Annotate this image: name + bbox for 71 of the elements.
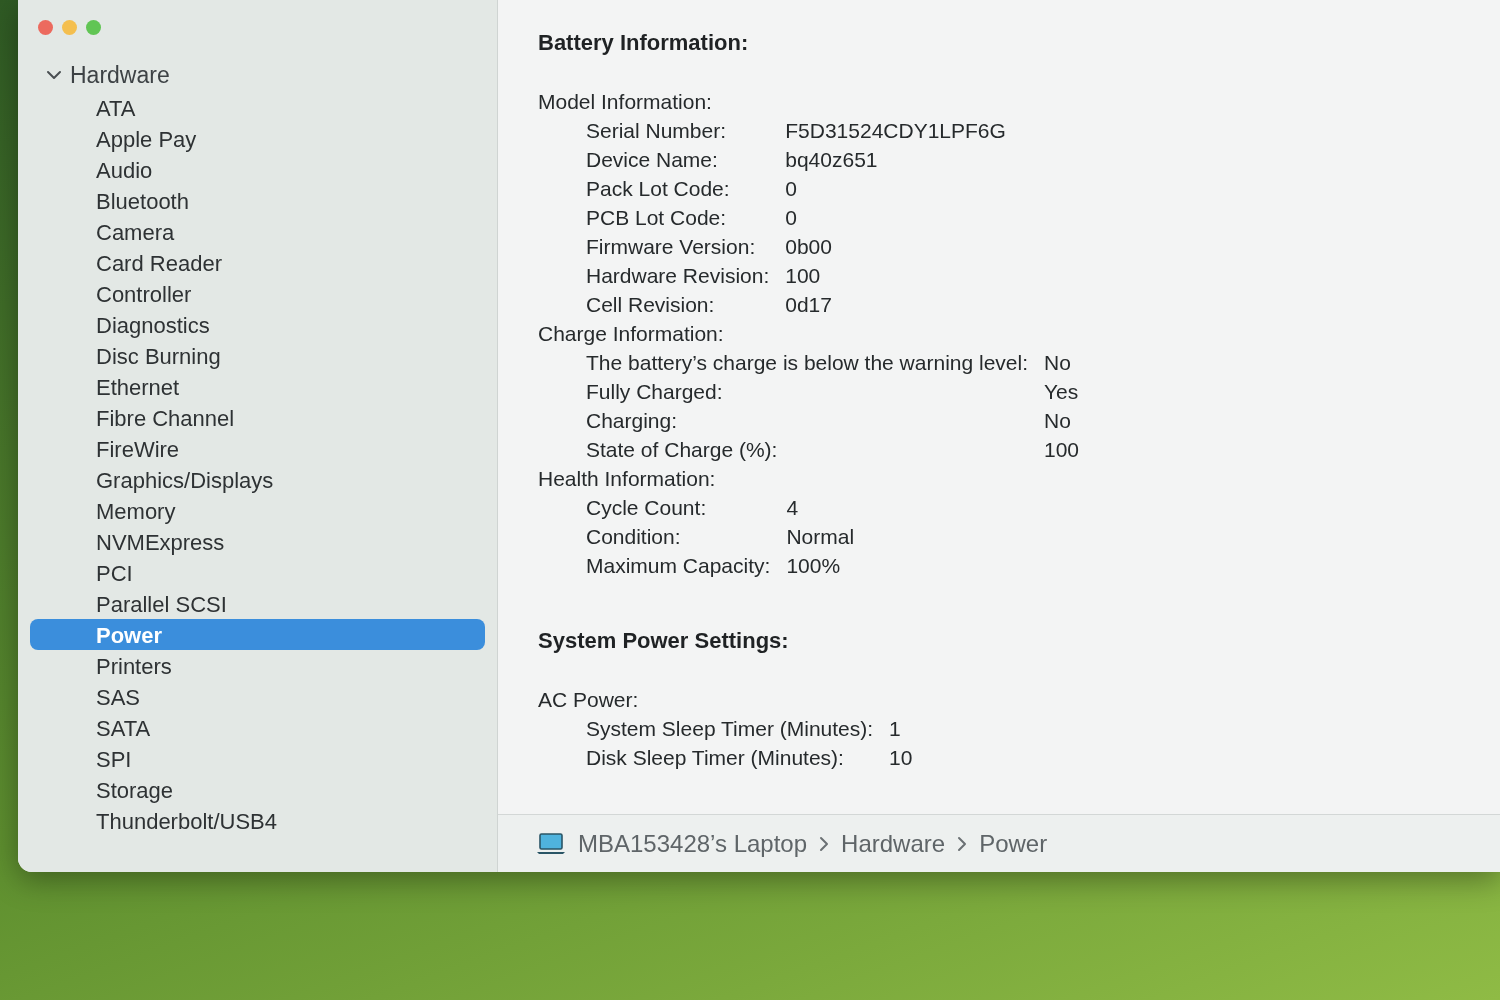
field-value: 100 <box>1044 437 1080 463</box>
field-value: 4 <box>786 495 800 521</box>
sidebar-section-header[interactable]: Hardware <box>30 58 485 92</box>
field-value: Yes <box>1044 379 1080 405</box>
sidebar-item[interactable]: ATA <box>30 92 485 123</box>
field-value: 0 <box>785 176 798 202</box>
group-label: Model Information: <box>538 89 713 115</box>
sidebar-item[interactable]: SPI <box>30 743 485 774</box>
field-label: PCB Lot Code: <box>585 205 728 231</box>
sidebar-item[interactable]: Parallel SCSI <box>30 588 485 619</box>
sidebar-item[interactable]: Ethernet <box>30 371 485 402</box>
field-label: The battery’s charge is below the warning level: <box>585 350 1028 376</box>
field-value: Normal <box>786 524 855 550</box>
field-value: F5D31524CDY1LPF6G <box>785 118 1006 144</box>
sidebar-item[interactable]: Bluetooth <box>30 185 485 216</box>
path-item: Power <box>979 828 1048 859</box>
sidebar-item[interactable]: Graphics/Displays <box>30 464 485 495</box>
path-item: MBA153428’s Laptop <box>578 828 808 859</box>
sidebar-item[interactable]: Audio <box>30 154 485 185</box>
field-value: 10 <box>889 745 913 771</box>
field-label: Pack Lot Code: <box>585 176 731 202</box>
field-label: Hardware Revision: <box>585 263 770 289</box>
laptop-icon <box>536 832 566 855</box>
field-label: Disk Sleep Timer (Minutes): <box>585 745 845 771</box>
field-value: 100% <box>786 553 842 579</box>
close-button[interactable] <box>38 19 53 35</box>
group-label: Charge Information: <box>538 321 725 347</box>
sidebar-item[interactable]: Camera <box>30 216 485 247</box>
field-label: Maximum Capacity: <box>585 553 771 579</box>
sidebar-item[interactable]: SATA <box>30 712 485 743</box>
group-label: AC Power: <box>538 687 640 713</box>
chevron-right-icon <box>819 835 830 852</box>
field-label: Cell Revision: <box>585 292 716 318</box>
sidebar-item[interactable]: Fibre Channel <box>30 402 485 433</box>
field-value: bq40z651 <box>785 147 879 173</box>
field-label: Fully Charged: <box>585 379 724 405</box>
zoom-button[interactable] <box>86 19 101 35</box>
field-value: 0 <box>785 205 798 231</box>
field-label: Charging: <box>585 408 679 434</box>
sidebar-item[interactable]: Storage <box>30 774 485 805</box>
field-label: Cycle Count: <box>585 495 708 521</box>
chevron-right-icon <box>957 835 968 852</box>
field-label: Serial Number: <box>585 118 728 144</box>
sidebar-item[interactable]: Disc Burning <box>30 340 485 371</box>
section-title: Battery Information: <box>538 29 750 57</box>
sidebar-item[interactable]: Printers <box>30 650 485 681</box>
sidebar-item[interactable]: FireWire <box>30 433 485 464</box>
field-value: 1 <box>889 716 902 742</box>
field-label: System Sleep Timer (Minutes): <box>585 716 874 742</box>
sidebar-item[interactable]: PCI <box>30 557 485 588</box>
sidebar-item[interactable]: NVMExpress <box>30 526 485 557</box>
field-value: No <box>1044 350 1072 376</box>
field-label: Device Name: <box>585 147 719 173</box>
field-value: 0b00 <box>785 234 833 260</box>
minimize-button[interactable] <box>62 19 77 35</box>
sidebar-item[interactable]: Diagnostics <box>30 309 485 340</box>
sidebar-item[interactable]: Apple Pay <box>30 123 485 154</box>
sidebar-item[interactable]: SAS <box>30 681 485 712</box>
sidebar-item[interactable]: Controller <box>30 278 485 309</box>
field-value: 0d17 <box>785 292 833 318</box>
field-label: Firmware Version: <box>585 234 757 260</box>
field-value: No <box>1044 408 1072 434</box>
group-label: Health Information: <box>538 466 717 492</box>
field-label: Condition: <box>585 524 682 550</box>
sidebar-item[interactable]: Card Reader <box>30 247 485 278</box>
sidebar-item[interactable]: Memory <box>30 495 485 526</box>
section-title: System Power Settings: <box>538 627 790 655</box>
field-value: 100 <box>785 263 822 289</box>
path-item: Hardware <box>841 828 946 859</box>
field-label: State of Charge (%): <box>585 437 779 463</box>
sidebar-item[interactable]: Thunderbolt/USB4 <box>30 805 485 836</box>
